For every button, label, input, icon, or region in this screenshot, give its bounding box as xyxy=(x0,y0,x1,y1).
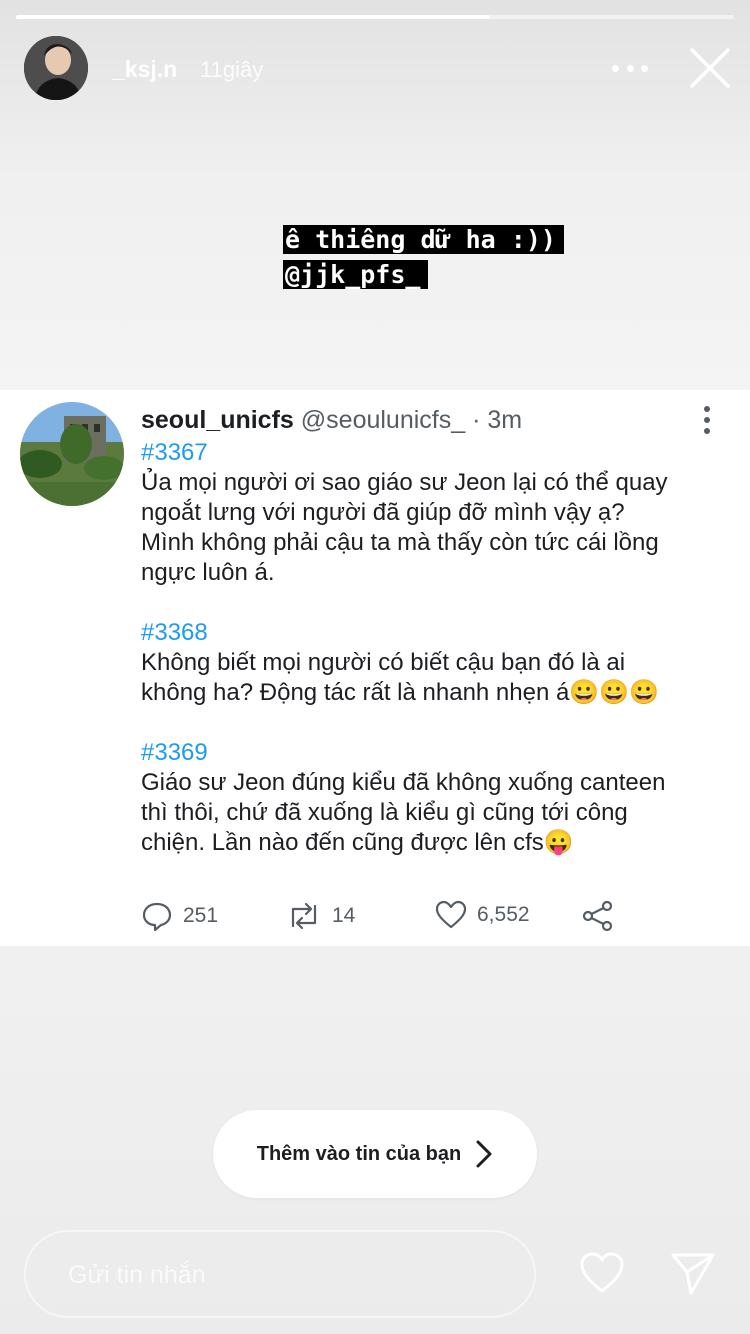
heart-icon xyxy=(435,900,467,929)
tweet-time: · 3m xyxy=(472,406,523,434)
like-count: 6,552 xyxy=(477,903,530,926)
tweet-display-name[interactable]: seoul_unicfs xyxy=(141,406,294,434)
send-message-input[interactable] xyxy=(66,1232,510,1318)
post-line: Giáo sư Jeon đúng kiểu đã không xuống ca… xyxy=(141,769,666,796)
tweet-card[interactable]: seoul_unicfs @seoulunicfs_ · 3m #3367 Ủa… xyxy=(0,390,750,946)
tweet-author-avatar xyxy=(20,402,124,506)
story-progress-bar xyxy=(16,15,734,19)
retweet-count: 14 xyxy=(332,904,356,927)
caption-mention[interactable]: @jjk_pfs_ xyxy=(283,260,429,289)
tweet-actions: 251 14 6,552 xyxy=(141,900,741,936)
hashtag-link[interactable]: #3369 xyxy=(141,738,731,768)
post-line: ngực luôn á. xyxy=(141,559,275,586)
tweet-post: #3367 Ủa mọi người ơi sao giáo sư Jeon l… xyxy=(141,438,731,588)
story-user-avatar[interactable] xyxy=(24,36,88,100)
post-line: Không biết mọi người có biết cậu bạn đó … xyxy=(141,649,626,676)
reply-count: 251 xyxy=(183,904,219,927)
retweet-button[interactable]: 14 xyxy=(286,900,355,932)
send-icon[interactable] xyxy=(670,1250,716,1296)
heart-icon[interactable] xyxy=(578,1250,626,1296)
close-icon[interactable] xyxy=(688,46,732,90)
caption-line: ê thiêng dữ ha :)) xyxy=(283,225,564,254)
retweet-icon xyxy=(291,902,317,930)
story-username[interactable]: _ksj.n xyxy=(112,56,177,83)
reply-icon xyxy=(142,902,172,932)
chevron-right-icon xyxy=(476,1140,492,1168)
add-to-story-label: Thêm vào tin của bạn xyxy=(256,1142,462,1165)
post-line: ngoắt lưng với người đã giúp đỡ mình vậy… xyxy=(141,499,625,526)
add-to-story-button[interactable]: Thêm vào tin của bạn xyxy=(213,1110,537,1198)
post-line: chiện. Lần nào đến cũng được lên cfs😛 xyxy=(141,829,574,856)
story-progress-fill xyxy=(16,15,490,19)
tweet-post: #3368 Không biết mọi người có biết cậu b… xyxy=(141,618,731,708)
post-line: thì thôi, chứ đã xuống là kiểu gì cũng t… xyxy=(141,799,628,826)
story-time-ago: 11giây xyxy=(200,57,264,82)
post-line: không ha? Động tác rất là nhanh nhẹn á😀😀… xyxy=(141,679,659,706)
hashtag-link[interactable]: #3368 xyxy=(141,618,731,648)
more-options-icon[interactable] xyxy=(612,56,648,80)
tweet-header: seoul_unicfs @seoulunicfs_ · 3m xyxy=(141,406,522,435)
hashtag-link[interactable]: #3367 xyxy=(141,438,731,468)
like-button[interactable]: 6,552 xyxy=(435,900,530,930)
share-icon xyxy=(582,900,613,932)
tweet-body: #3367 Ủa mọi người ơi sao giáo sư Jeon l… xyxy=(141,438,731,888)
share-button[interactable] xyxy=(581,900,625,932)
post-line: Mình không phải cậu ta mà thấy còn tức c… xyxy=(141,529,659,556)
reply-button[interactable]: 251 xyxy=(141,900,218,932)
post-line: Ủa mọi người ơi sao giáo sư Jeon lại có … xyxy=(141,469,668,496)
tweet-handle[interactable]: @seoulunicfs_ xyxy=(301,406,465,434)
tweet-menu-icon[interactable] xyxy=(704,406,712,434)
send-message-field[interactable] xyxy=(24,1230,536,1318)
tweet-post: #3369 Giáo sư Jeon đúng kiểu đã không xu… xyxy=(141,738,731,858)
story-caption: ê thiêng dữ ha :)) @jjk_pfs_ xyxy=(283,222,564,292)
